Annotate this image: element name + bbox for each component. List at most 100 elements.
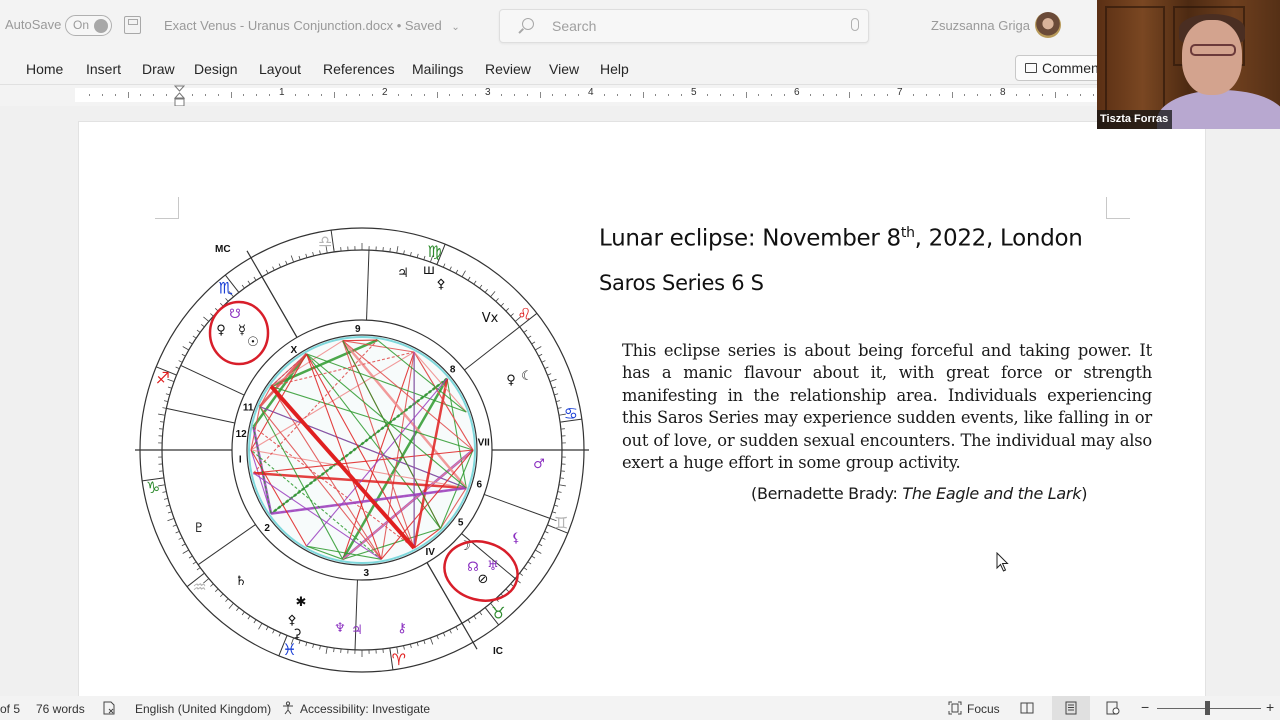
degree-tick xyxy=(467,276,471,281)
house-cusp xyxy=(180,365,245,396)
tab-view[interactable]: View xyxy=(549,61,579,77)
ruler-tick xyxy=(243,94,245,96)
zoom-out-button[interactable]: − xyxy=(1141,699,1149,715)
ruler-tick xyxy=(848,92,850,98)
ruler-tick xyxy=(861,94,863,96)
avatar[interactable] xyxy=(1035,12,1061,38)
horizontal-ruler[interactable]: 1 2 3 4 5 6 7 8 xyxy=(75,87,1100,102)
degree-tick xyxy=(523,329,528,333)
heading-main: Lunar eclipse: November 8 xyxy=(599,225,901,252)
zoom-in-button[interactable]: + xyxy=(1266,699,1274,715)
autosave-toggle[interactable]: On xyxy=(65,15,112,36)
ruler-tick xyxy=(706,94,708,96)
degree-tick xyxy=(559,477,565,479)
page-info[interactable]: of 5 xyxy=(0,702,20,716)
ruler-tick xyxy=(1015,94,1017,96)
ruler-tick xyxy=(809,94,811,96)
ruler-tick xyxy=(500,94,502,96)
print-layout-icon[interactable] xyxy=(1064,701,1078,715)
degree-tick xyxy=(163,400,169,403)
degree-tick xyxy=(236,607,240,612)
sign-aries-icon: ♈ xyxy=(392,650,406,669)
ruler-number: 3 xyxy=(485,87,491,98)
degree-tick xyxy=(247,615,251,620)
indent-marker[interactable] xyxy=(174,85,185,108)
degree-tick xyxy=(312,251,315,257)
degree-tick xyxy=(389,247,391,253)
degree-tick xyxy=(479,611,483,616)
save-status: • Saved xyxy=(396,18,442,33)
degree-tick xyxy=(544,530,549,534)
tab-references[interactable]: References xyxy=(323,61,395,77)
degree-tick xyxy=(552,386,557,389)
focus-icon[interactable] xyxy=(948,701,962,715)
house-cusp xyxy=(464,326,520,371)
tab-design[interactable]: Design xyxy=(194,61,238,77)
user-name[interactable]: Zsuzsanna Griga xyxy=(931,18,1030,33)
ruler-tick xyxy=(1093,94,1095,96)
house-number: I xyxy=(239,455,242,466)
ruler-tick xyxy=(346,94,348,96)
ruler-number: 5 xyxy=(691,87,697,98)
degree-tick xyxy=(538,353,543,357)
tab-layout[interactable]: Layout xyxy=(259,61,301,77)
ruler-tick xyxy=(552,94,554,96)
ruler-tick xyxy=(320,94,322,96)
ic-label: IC xyxy=(493,646,503,657)
degree-tick xyxy=(175,366,180,370)
search-input[interactable]: Search xyxy=(552,18,596,34)
degree-tick xyxy=(555,400,561,403)
comments-button[interactable]: Comments xyxy=(1015,55,1110,81)
degree-tick xyxy=(312,643,315,649)
planet-part-of-fortune-icon: ⊘ xyxy=(478,572,489,587)
search-box[interactable]: Search xyxy=(499,9,869,43)
degree-tick xyxy=(241,611,245,616)
tab-insert[interactable]: Insert xyxy=(86,61,121,77)
save-icon[interactable] xyxy=(124,16,141,34)
degree-tick xyxy=(403,250,405,255)
ruler-tick xyxy=(668,94,670,96)
planet-uranus-icon: ♅ xyxy=(487,559,499,574)
degree-tick xyxy=(162,407,167,409)
degree-tick xyxy=(188,555,193,559)
zoom-slider-thumb[interactable] xyxy=(1205,701,1210,715)
degree-tick xyxy=(325,646,328,654)
toggle-knob xyxy=(94,19,108,33)
word-count[interactable]: 76 words xyxy=(36,702,85,716)
ruler-tick xyxy=(745,92,747,98)
web-layout-icon[interactable] xyxy=(1106,701,1120,715)
degree-tick xyxy=(423,255,426,260)
degree-tick xyxy=(547,373,552,376)
degree-tick xyxy=(519,572,524,576)
ruler-tick xyxy=(925,94,927,96)
tab-home[interactable]: Home xyxy=(26,61,63,77)
degree-tick xyxy=(272,266,275,271)
degree-tick xyxy=(490,291,496,298)
ruler-tick xyxy=(912,94,914,96)
language[interactable]: English (United Kingdom) xyxy=(135,702,271,716)
ruler-tick xyxy=(127,92,129,98)
ruler-tick xyxy=(784,94,786,96)
accessibility-icon[interactable] xyxy=(281,701,295,715)
accessibility-status[interactable]: Accessibility: Investigate xyxy=(300,702,430,716)
proofing-icon[interactable] xyxy=(102,701,116,715)
ruler-number: 4 xyxy=(588,87,594,98)
degree-tick xyxy=(495,298,499,302)
document-title[interactable]: Exact Venus - Uranus Conjunction.docx • … xyxy=(164,18,460,33)
degree-tick xyxy=(272,629,275,634)
focus-button[interactable]: Focus xyxy=(967,702,1000,716)
ruler-tick xyxy=(1028,94,1030,96)
ruler-tick xyxy=(1054,92,1056,98)
degree-tick xyxy=(172,524,177,527)
tab-mailings[interactable]: Mailings xyxy=(412,61,463,77)
tab-review[interactable]: Review xyxy=(485,61,531,77)
read-mode-icon[interactable] xyxy=(1020,701,1034,715)
tab-draw[interactable]: Draw xyxy=(142,61,175,77)
house-cusp xyxy=(366,250,370,321)
tab-help[interactable]: Help xyxy=(600,61,629,77)
planet-jupiter-virgo-icon: ♃ xyxy=(397,266,409,281)
degree-tick xyxy=(535,346,542,351)
video-participant-tile[interactable]: Tiszta Forras xyxy=(1097,0,1280,129)
microphone-icon[interactable] xyxy=(851,18,859,31)
ruler-tick xyxy=(449,94,451,96)
